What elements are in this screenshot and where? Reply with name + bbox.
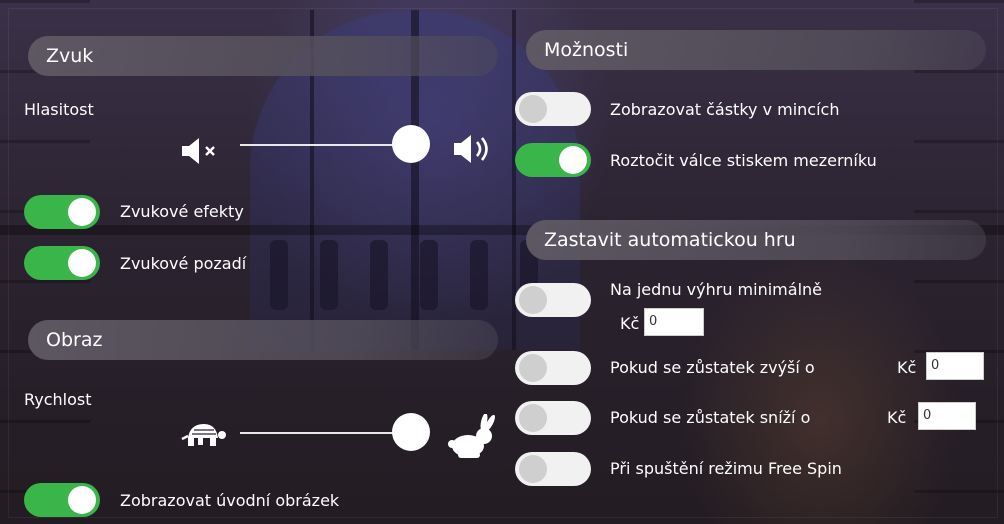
speed-slider-thumb[interactable] xyxy=(392,413,430,451)
volume-label: Hlasitost xyxy=(24,100,94,119)
single-win-stop-toggle[interactable] xyxy=(515,283,591,317)
intro-image-label: Zobrazovat úvodní obrázek xyxy=(120,491,340,510)
balance-increase-currency-label: Kč xyxy=(897,358,917,377)
speed-label: Rychlost xyxy=(24,390,92,409)
balance-increase-amount-input[interactable]: 0 xyxy=(926,352,984,380)
balance-increase-stop-label: Pokud se zůstatek zvýší o xyxy=(610,358,815,377)
balance-decrease-currency-label: Kč xyxy=(887,408,907,427)
image-section-title: Obraz xyxy=(46,329,103,351)
options-section-title: Možnosti xyxy=(544,39,629,61)
speaker-mute-icon[interactable] xyxy=(180,137,224,165)
rabbit-icon[interactable] xyxy=(446,414,498,460)
single-win-stop-label: Na jednu výhru minimálně xyxy=(610,280,822,299)
free-spin-stop-label: Při spuštění režimu Free Spin xyxy=(610,459,842,478)
options-section-header: Možnosti xyxy=(526,30,986,70)
single-win-currency-label: Kč xyxy=(620,314,640,333)
volume-slider-track[interactable] xyxy=(240,144,416,146)
autoplay-section-header: Zastavit automatickou hru xyxy=(526,220,986,260)
autoplay-section-title: Zastavit automatickou hru xyxy=(544,229,796,251)
balance-decrease-amount-input[interactable]: 0 xyxy=(918,402,976,430)
balance-increase-stop-toggle[interactable] xyxy=(515,351,591,385)
sound-section-title: Zvuk xyxy=(46,45,94,67)
background-sound-label: Zvukové pozadí xyxy=(120,254,247,273)
balance-decrease-stop-toggle[interactable] xyxy=(515,401,591,435)
show-coins-label: Zobrazovat částky v mincích xyxy=(610,100,840,119)
intro-image-toggle[interactable] xyxy=(24,483,100,517)
bookshelf-right xyxy=(914,0,1004,524)
single-win-amount-input[interactable]: 0 xyxy=(644,308,704,336)
speaker-volume-icon[interactable] xyxy=(452,133,494,165)
image-section-header: Obraz xyxy=(28,320,498,360)
volume-slider-thumb[interactable] xyxy=(392,125,430,163)
turtle-icon[interactable] xyxy=(180,420,228,448)
balance-decrease-stop-label: Pokud se zůstatek sníží o xyxy=(610,408,811,427)
speed-slider-track[interactable] xyxy=(240,432,416,434)
spacebar-spin-toggle[interactable] xyxy=(515,143,591,177)
sound-section-header: Zvuk xyxy=(28,36,498,76)
show-coins-toggle[interactable] xyxy=(515,92,591,126)
spacebar-spin-label: Roztočit válce stiskem mezerníku xyxy=(610,151,877,170)
sound-effects-label: Zvukové efekty xyxy=(120,202,244,221)
background-sound-toggle[interactable] xyxy=(24,246,100,280)
free-spin-stop-toggle[interactable] xyxy=(515,452,591,486)
sound-effects-toggle[interactable] xyxy=(24,195,100,229)
